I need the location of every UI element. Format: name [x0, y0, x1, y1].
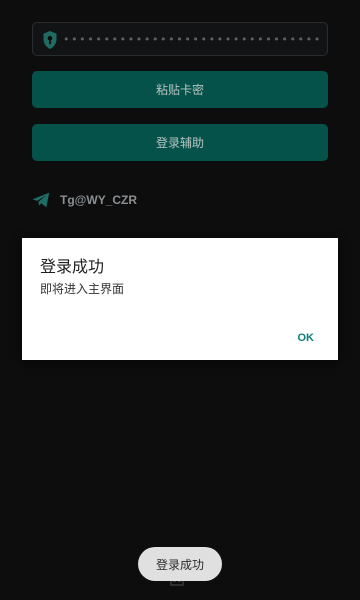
telegram-handle: Tg@WY_CZR [60, 193, 138, 207]
app-screen: ••••••••••••••••••••••••••••••••••••••••… [0, 0, 360, 600]
dialog-message: 即将进入主界面 [40, 282, 125, 296]
ok-button[interactable]: OK [294, 330, 319, 346]
shield-key-icon [43, 31, 57, 49]
toast-message: 登录成功 [138, 547, 222, 581]
paste-card-key-button[interactable]: 粘贴卡密 [32, 71, 328, 108]
telegram-icon [32, 192, 50, 208]
telegram-contact[interactable]: Tg@WY_CZR [32, 190, 137, 210]
card-key-masked-value: ••••••••••••••••••••••••••••••••••••••••… [63, 33, 321, 46]
login-assist-button[interactable]: 登录辅助 [32, 124, 328, 161]
login-success-dialog: 登录成功 即将进入主界面 OK [22, 238, 338, 360]
card-key-field[interactable]: ••••••••••••••••••••••••••••••••••••••••… [32, 22, 328, 56]
dialog-title: 登录成功 [40, 259, 105, 276]
